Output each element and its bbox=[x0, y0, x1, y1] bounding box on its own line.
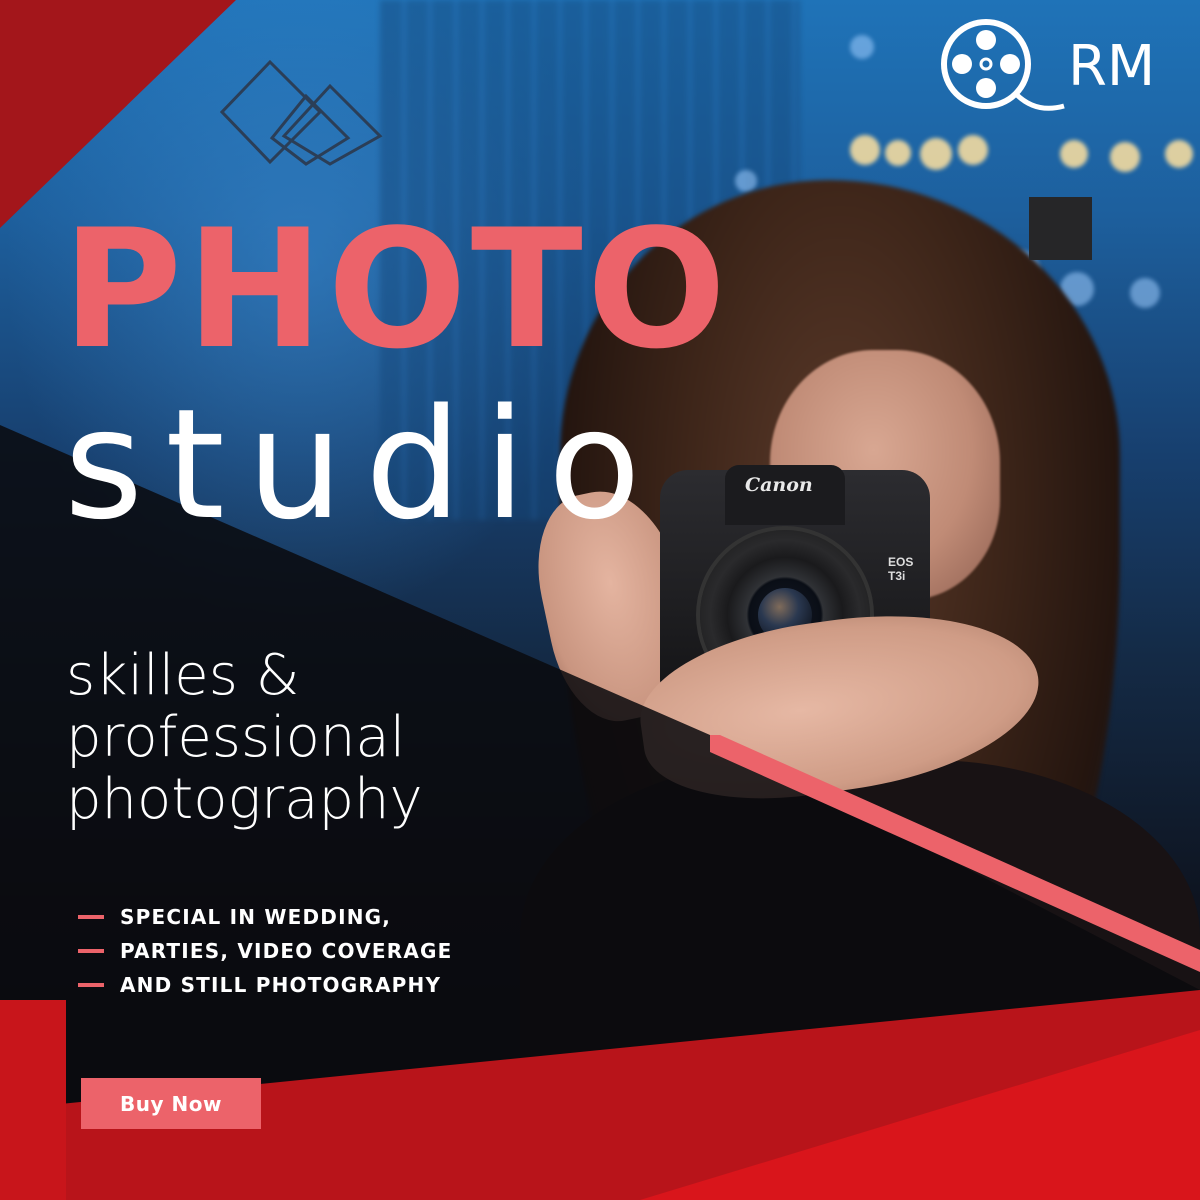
film-reel-icon bbox=[941, 19, 1065, 111]
dash-icon bbox=[78, 915, 104, 919]
bottom-left-red-block bbox=[0, 1000, 66, 1200]
tagline-line: professional bbox=[66, 705, 406, 770]
tagline-line: skilles & bbox=[66, 643, 300, 708]
tagline-line: photography bbox=[66, 767, 423, 832]
feature-text: PARTIES, VIDEO COVERAGE bbox=[120, 939, 453, 963]
headline-subtitle: studio bbox=[64, 376, 663, 553]
overlay-shapes bbox=[0, 0, 1200, 1200]
list-item: PARTIES, VIDEO COVERAGE bbox=[78, 934, 453, 968]
dash-icon bbox=[78, 983, 104, 987]
tagline: skilles & professional photography bbox=[66, 645, 423, 831]
dash-icon bbox=[78, 949, 104, 953]
logo-text: RM bbox=[1068, 34, 1156, 99]
square-icon bbox=[1029, 197, 1092, 260]
feature-text: SPECIAL IN WEDDING, bbox=[120, 905, 392, 929]
poster: Canon EOS T3i RM PHOTO studio skilles & … bbox=[0, 0, 1200, 1200]
feature-list: SPECIAL IN WEDDING, PARTIES, VIDEO COVER… bbox=[78, 900, 453, 1002]
headline-title: PHOTO bbox=[62, 194, 731, 385]
list-item: AND STILL PHOTOGRAPHY bbox=[78, 968, 453, 1002]
feature-text: AND STILL PHOTOGRAPHY bbox=[120, 973, 442, 997]
list-item: SPECIAL IN WEDDING, bbox=[78, 900, 453, 934]
overlapping-diamonds-icon bbox=[220, 60, 383, 166]
brand-logo: RM bbox=[940, 18, 1180, 118]
buy-now-button[interactable]: Buy Now bbox=[81, 1078, 261, 1129]
graphic-overlay bbox=[0, 0, 1200, 1200]
